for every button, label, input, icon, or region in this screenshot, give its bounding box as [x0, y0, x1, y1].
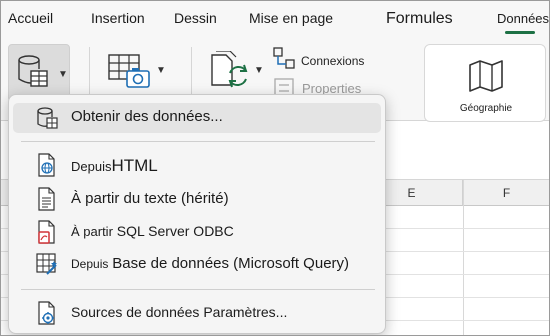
database-table-icon [18, 55, 48, 87]
menu-item-partir-texte[interactable]: À partir du texte (hérité) [13, 184, 381, 214]
menu-separator [21, 289, 375, 290]
tab-insertion[interactable]: Insertion [91, 10, 145, 26]
menu-item-label: DepuisHTML [71, 156, 158, 176]
chevron-down-icon: ▼ [156, 65, 166, 76]
menu-item-label-main: SQL Server ODBC [116, 223, 234, 239]
menu-item-sources-parametres[interactable]: Sources de données Paramètres... [13, 298, 381, 328]
connections-icon[interactable] [273, 47, 295, 69]
menu-item-label: Depuis Base de données (Microsoft Query) [71, 255, 349, 272]
connexions-label[interactable]: Connexions [301, 54, 364, 68]
database-table-icon [37, 107, 58, 129]
map-icon [469, 60, 503, 92]
menu-item-label-prefix: Depuis [71, 257, 109, 271]
menu-item-base-de-donnees[interactable]: Depuis Base de données (Microsoft Query) [13, 249, 381, 279]
database-query-icon [36, 253, 57, 275]
chevron-down-icon: ▼ [58, 69, 68, 80]
text-file-icon [38, 187, 55, 211]
tab-dessin[interactable]: Dessin [174, 10, 217, 26]
refresh-all-icon[interactable] [208, 51, 250, 93]
settings-file-icon [38, 301, 55, 325]
tab-accueil[interactable]: Accueil [8, 10, 53, 26]
menu-item-label: À partir SQL Server ODBC [71, 223, 234, 239]
tab-formules[interactable]: Formules [386, 10, 453, 28]
ribbon-tabs: Accueil Insertion Dessin Mise en page Fo… [1, 1, 549, 39]
excel-window: Accueil Insertion Dessin Mise en page Fo… [0, 0, 550, 336]
menu-item-label: Obtenir des données... [71, 108, 223, 125]
geographie-button[interactable]: Géographie [424, 44, 546, 122]
column-header-f[interactable]: F [463, 180, 549, 206]
menu-item-obtenir-donnees[interactable]: Obtenir des données... [13, 103, 381, 133]
get-data-menu: Obtenir des données... DepuisHTML À part… [8, 94, 386, 334]
menu-item-sql-server-odbc[interactable]: À partir SQL Server ODBC [13, 217, 381, 247]
table-picture-icon[interactable] [107, 51, 151, 91]
menu-item-label-main: Base de données (Microsoft Query) [112, 255, 350, 272]
menu-item-depuis-html[interactable]: DepuisHTML [13, 150, 381, 180]
menu-item-label-prefix: À partir [71, 224, 113, 239]
html-globe-icon [38, 153, 55, 177]
menu-item-label: Sources de données Paramètres... [71, 304, 288, 320]
menu-separator [21, 141, 375, 142]
menu-item-label-prefix: Depuis [71, 159, 112, 174]
sql-server-icon [38, 220, 55, 244]
tab-mise-en-page[interactable]: Mise en page [249, 10, 333, 26]
geographie-label: Géographie [459, 103, 513, 114]
tab-donnees[interactable]: Données [497, 11, 549, 26]
menu-item-label-main: HTML [111, 156, 158, 175]
menu-item-label: À partir du texte (hérité) [71, 190, 229, 207]
chevron-down-icon: ▼ [254, 65, 264, 76]
active-tab-indicator [505, 31, 535, 34]
